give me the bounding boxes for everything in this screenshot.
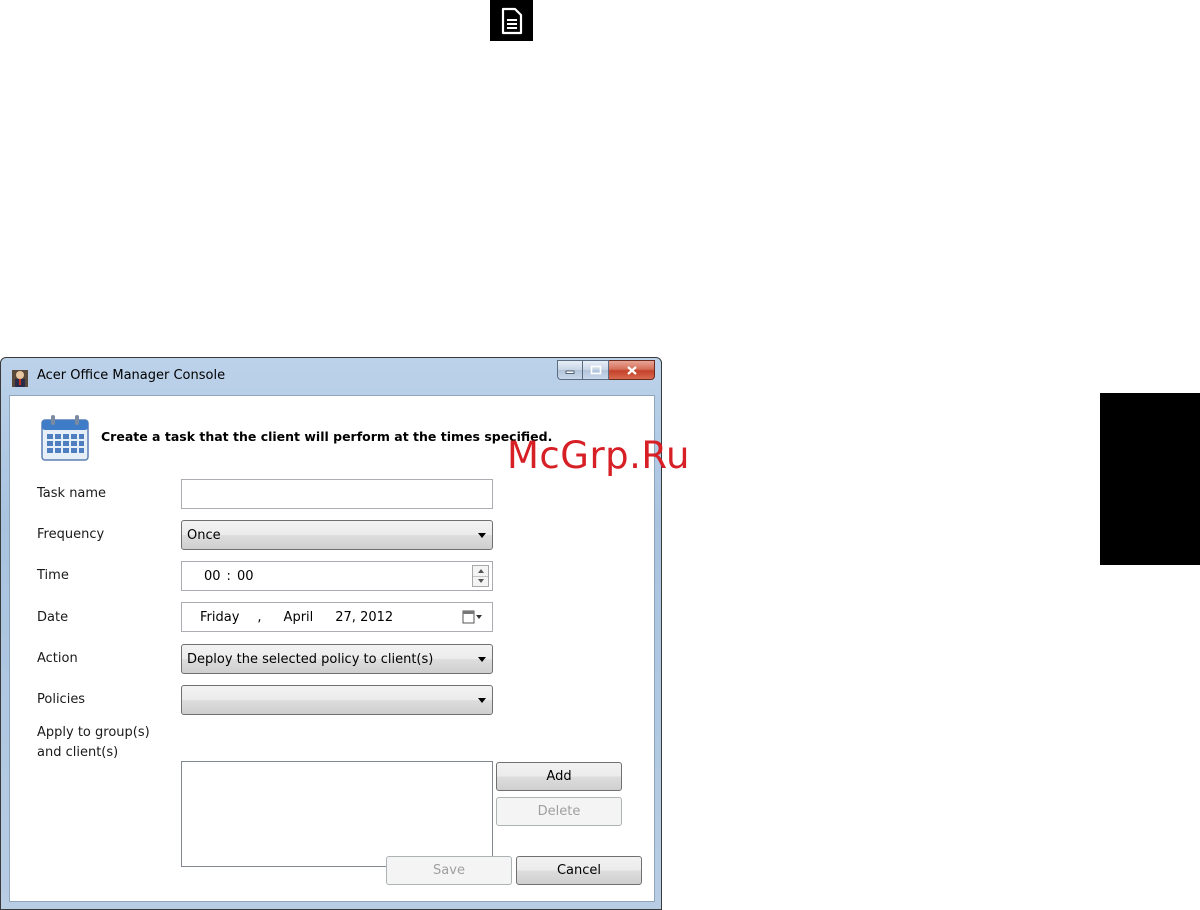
minimize-button[interactable] bbox=[557, 360, 583, 380]
window-controls bbox=[557, 360, 655, 380]
apply-to-label-line1: Apply to group(s) bbox=[37, 725, 150, 740]
date-comma: , bbox=[257, 609, 262, 625]
chevron-down-icon bbox=[478, 657, 486, 662]
watermark: McGrp.Ru bbox=[507, 434, 690, 477]
close-button[interactable] bbox=[609, 360, 655, 380]
spin-down-button[interactable] bbox=[473, 577, 488, 587]
maximize-icon bbox=[590, 365, 601, 375]
frequency-select[interactable]: Once bbox=[181, 520, 493, 550]
side-tab-marker bbox=[1100, 393, 1200, 565]
time-picker[interactable]: 00 : 00 bbox=[181, 561, 493, 591]
date-label: Date bbox=[37, 610, 69, 625]
action-label: Action bbox=[37, 651, 78, 666]
maximize-button[interactable] bbox=[583, 360, 609, 380]
apply-to-label-line2: and client(s) bbox=[37, 745, 119, 760]
add-button[interactable]: Add bbox=[496, 762, 622, 791]
chevron-down-icon bbox=[478, 533, 486, 538]
spin-up-button[interactable] bbox=[473, 566, 488, 577]
apply-to-label: Apply to group(s) and client(s) bbox=[37, 723, 177, 763]
frequency-value: Once bbox=[187, 527, 221, 543]
time-minute[interactable]: 00 bbox=[237, 569, 254, 584]
dialog-header: Create a task that the client will perfo… bbox=[101, 429, 553, 444]
date-day-year[interactable]: 27, 2012 bbox=[335, 610, 393, 625]
window-title: Acer Office Manager Console bbox=[37, 368, 226, 383]
time-spinner[interactable] bbox=[472, 565, 489, 587]
policies-select[interactable] bbox=[181, 685, 493, 715]
date-weekday[interactable]: Friday bbox=[200, 610, 239, 625]
chevron-down-icon bbox=[478, 698, 486, 703]
task-name-input[interactable] bbox=[181, 479, 493, 509]
cancel-button[interactable]: Cancel bbox=[516, 856, 642, 885]
save-button[interactable]: Save bbox=[386, 856, 512, 885]
time-label: Time bbox=[37, 568, 69, 583]
calendar-icon bbox=[40, 414, 90, 462]
date-month[interactable]: April bbox=[284, 610, 314, 625]
time-hour[interactable]: 00 bbox=[204, 569, 221, 584]
minimize-icon bbox=[565, 370, 575, 374]
calendar-dropdown-icon[interactable] bbox=[462, 610, 484, 628]
action-value: Deploy the selected policy to client(s) bbox=[187, 651, 434, 667]
title-bar[interactable]: Acer Office Manager Console bbox=[1, 358, 661, 394]
policies-label: Policies bbox=[37, 692, 86, 707]
date-picker[interactable]: Friday , April 27, 2012 bbox=[181, 602, 493, 632]
arrow-up-icon bbox=[477, 568, 484, 573]
document-icon bbox=[490, 0, 533, 41]
task-name-label: Task name bbox=[37, 486, 107, 501]
groups-clients-list[interactable] bbox=[181, 761, 493, 867]
arrow-down-icon bbox=[477, 579, 484, 584]
delete-button[interactable]: Delete bbox=[496, 797, 622, 826]
frequency-label: Frequency bbox=[37, 527, 105, 542]
time-separator: : bbox=[226, 568, 231, 584]
acer-office-manager-icon bbox=[11, 368, 29, 388]
close-icon bbox=[626, 365, 637, 375]
action-select[interactable]: Deploy the selected policy to client(s) bbox=[181, 644, 493, 674]
